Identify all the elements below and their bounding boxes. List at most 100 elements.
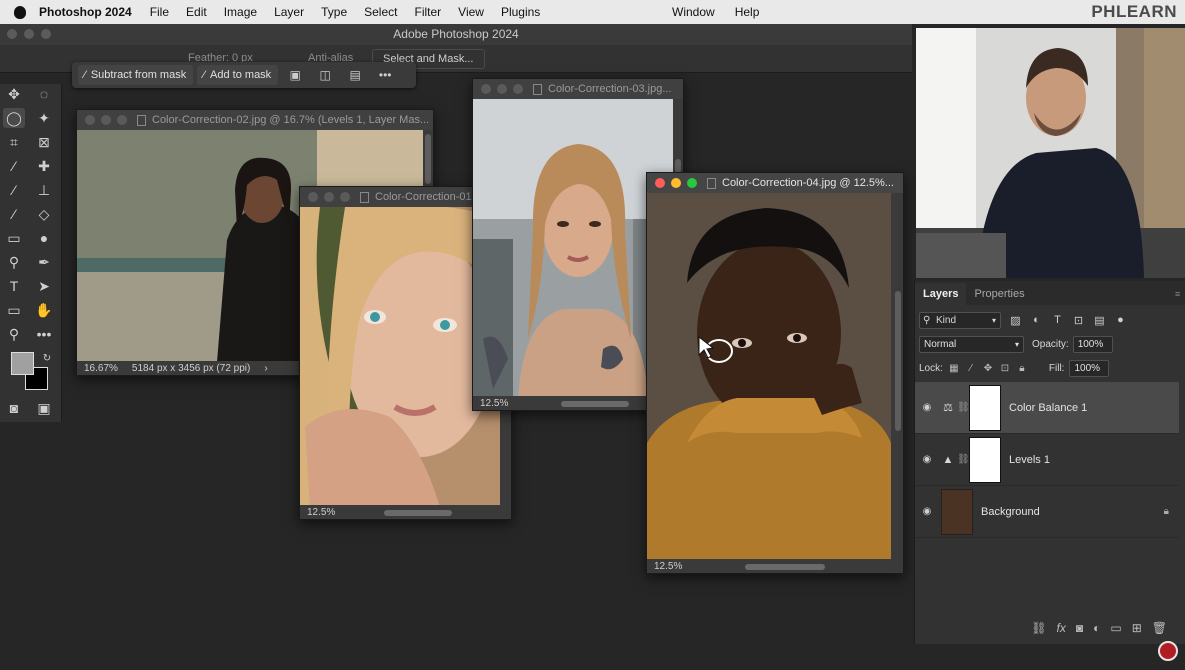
eraser-tool-icon[interactable]: ◇ [33, 204, 55, 224]
close-window-button[interactable] [7, 29, 17, 39]
mask-option-1-icon[interactable]: ▣ [282, 65, 308, 85]
zoom-doc-button[interactable] [513, 84, 523, 94]
document-canvas-03[interactable] [473, 99, 673, 399]
vertical-scrollbar[interactable] [675, 159, 681, 173]
more-options-icon[interactable]: ••• [372, 65, 398, 85]
blur-tool-icon[interactable]: ● [33, 228, 55, 248]
layer-name[interactable]: Background [981, 506, 1040, 518]
menu-select[interactable]: Select [364, 5, 397, 19]
quick-mask-icon[interactable]: ◙ [3, 398, 25, 418]
minimize-doc-button[interactable] [101, 115, 111, 125]
history-brush-tool-icon[interactable]: ⁄ [3, 204, 25, 224]
crop-tool-icon[interactable]: ⌗ [3, 132, 25, 152]
zoom-level[interactable]: 16.67% [84, 363, 118, 374]
close-doc-button[interactable] [481, 84, 491, 94]
minimize-doc-button[interactable] [497, 84, 507, 94]
menu-type[interactable]: Type [321, 5, 347, 19]
delete-layer-icon[interactable]: 🗑︎ [1152, 621, 1167, 635]
layer-name[interactable]: Color Balance 1 [1009, 402, 1087, 414]
menu-window[interactable]: Window [672, 5, 715, 19]
zoom-level[interactable]: 12.5% [307, 507, 335, 518]
path-select-tool-icon[interactable]: ➤ [33, 276, 55, 296]
zoom-tool-icon[interactable]: ⚲ [3, 324, 25, 344]
menu-view[interactable]: View [458, 5, 484, 19]
minimize-doc-button[interactable] [671, 178, 681, 188]
horizontal-scrollbar[interactable] [745, 564, 825, 570]
document-canvas-04[interactable] [647, 193, 891, 561]
status-arrow-icon[interactable]: › [264, 363, 267, 374]
close-doc-button[interactable] [85, 115, 95, 125]
screen-mode-icon[interactable]: ▣ [33, 398, 55, 418]
mask-link-icon[interactable]: ⛓ [957, 454, 970, 465]
magic-wand-tool-icon[interactable]: ✦ [33, 108, 55, 128]
healing-brush-tool-icon[interactable]: ✚ [33, 156, 55, 176]
horizontal-scrollbar[interactable] [384, 510, 452, 516]
menu-filter[interactable]: Filter [414, 5, 441, 19]
lock-transparency-icon[interactable]: ▦ [948, 362, 960, 374]
add-to-mask-button[interactable]: ⁄ Add to mask [197, 65, 279, 85]
fill-input[interactable]: 100% [1069, 359, 1110, 377]
layer-image-thumbnail[interactable] [941, 488, 973, 535]
subtract-from-mask-button[interactable]: ⁄ Subtract from mask [78, 65, 194, 85]
more-tools-icon[interactable]: ••• [33, 324, 55, 344]
hand-tool-icon[interactable]: ✋ [33, 300, 55, 320]
image-filter-icon[interactable]: ▨ [1009, 314, 1022, 327]
document-canvas-01[interactable] [300, 207, 500, 507]
opacity-input[interactable]: 100% [1072, 335, 1113, 353]
menu-plugins[interactable]: Plugins [501, 5, 540, 19]
visibility-eye-icon[interactable]: ◉ [915, 454, 939, 465]
menu-image[interactable]: Image [224, 5, 257, 19]
brush-tool-icon[interactable]: ⁄ [3, 180, 25, 200]
add-mask-icon[interactable]: ◙ [1076, 621, 1083, 635]
document-tab-02[interactable]: Color-Correction-02.jpg @ 16.7% (Levels … [77, 110, 433, 130]
new-group-icon[interactable]: ▭ [1110, 621, 1121, 635]
document-tab-04[interactable]: Color-Correction-04.jpg @ 12.5%... [647, 173, 903, 193]
mask-link-icon[interactable]: ⛓ [957, 402, 970, 413]
mask-option-2-icon[interactable]: ◫ [312, 65, 338, 85]
blend-mode-select[interactable]: Normal ▾ [919, 335, 1024, 353]
layer-row-levels[interactable]: ◉ ▲ ⛓ Levels 1 [915, 434, 1179, 486]
menu-layer[interactable]: Layer [274, 5, 304, 19]
new-layer-icon[interactable]: ⊞ [1132, 621, 1142, 635]
dodge-tool-icon[interactable]: ⚲ [3, 252, 25, 272]
mask-option-3-icon[interactable]: ▤ [342, 65, 368, 85]
new-adjustment-icon[interactable]: ◐ [1093, 621, 1100, 635]
swap-colors-icon[interactable]: ↻ [36, 348, 58, 368]
layer-name[interactable]: Levels 1 [1009, 454, 1050, 466]
document-window-04[interactable]: Color-Correction-04.jpg @ 12.5%... 12.5% [646, 172, 904, 574]
panel-menu-icon[interactable]: ≡ [1175, 289, 1183, 299]
close-doc-button[interactable] [655, 178, 665, 188]
visibility-eye-icon[interactable]: ◉ [915, 402, 939, 413]
vertical-scrollbar[interactable] [425, 134, 431, 184]
frame-tool-icon[interactable]: ⊠ [33, 132, 55, 152]
pen-tool-icon[interactable]: ✒ [33, 252, 55, 272]
stamp-tool-icon[interactable]: ⊥ [33, 180, 55, 200]
adjustment-filter-icon[interactable]: ◐ [1030, 314, 1043, 326]
document-tab-03[interactable]: Color-Correction-03.jpg... [473, 79, 683, 99]
lock-pixels-icon[interactable]: ⁄ [965, 362, 977, 374]
layer-effects-icon[interactable]: fx [1057, 621, 1066, 635]
app-menu[interactable]: Photoshop 2024 [39, 5, 132, 19]
marquee-tool-icon[interactable]: ◌ [33, 84, 55, 104]
type-filter-icon[interactable]: T [1051, 314, 1064, 326]
lock-all-icon[interactable]: 🔒︎ [1016, 362, 1028, 374]
zoom-doc-button[interactable] [117, 115, 127, 125]
minimize-window-button[interactable] [24, 29, 34, 39]
move-tool-icon[interactable]: ✥ [3, 84, 25, 104]
lock-position-icon[interactable]: ✥ [982, 362, 994, 374]
kind-filter-select[interactable]: ⚲ Kind ▾ [919, 311, 1001, 329]
horizontal-scrollbar[interactable] [561, 401, 629, 407]
layer-mask-thumbnail[interactable] [969, 384, 1001, 431]
smart-object-filter-icon[interactable]: ▤ [1093, 314, 1106, 327]
vertical-scrollbar[interactable] [895, 291, 901, 431]
tab-properties[interactable]: Properties [966, 283, 1032, 305]
foreground-color-swatch[interactable] [11, 352, 34, 375]
lasso-tool-icon[interactable]: ◯ [3, 108, 25, 128]
tab-layers[interactable]: Layers [915, 283, 967, 305]
zoom-window-button[interactable] [41, 29, 51, 39]
layer-row-background[interactable]: ◉ Background 🔒︎ [915, 486, 1179, 538]
rectangle-tool-icon[interactable]: ▭ [3, 300, 25, 320]
minimize-doc-button[interactable] [324, 192, 334, 202]
layer-row-color-balance[interactable]: ◉ ⚖ ⛓ Color Balance 1 [915, 382, 1179, 434]
zoom-level[interactable]: 12.5% [654, 561, 682, 572]
